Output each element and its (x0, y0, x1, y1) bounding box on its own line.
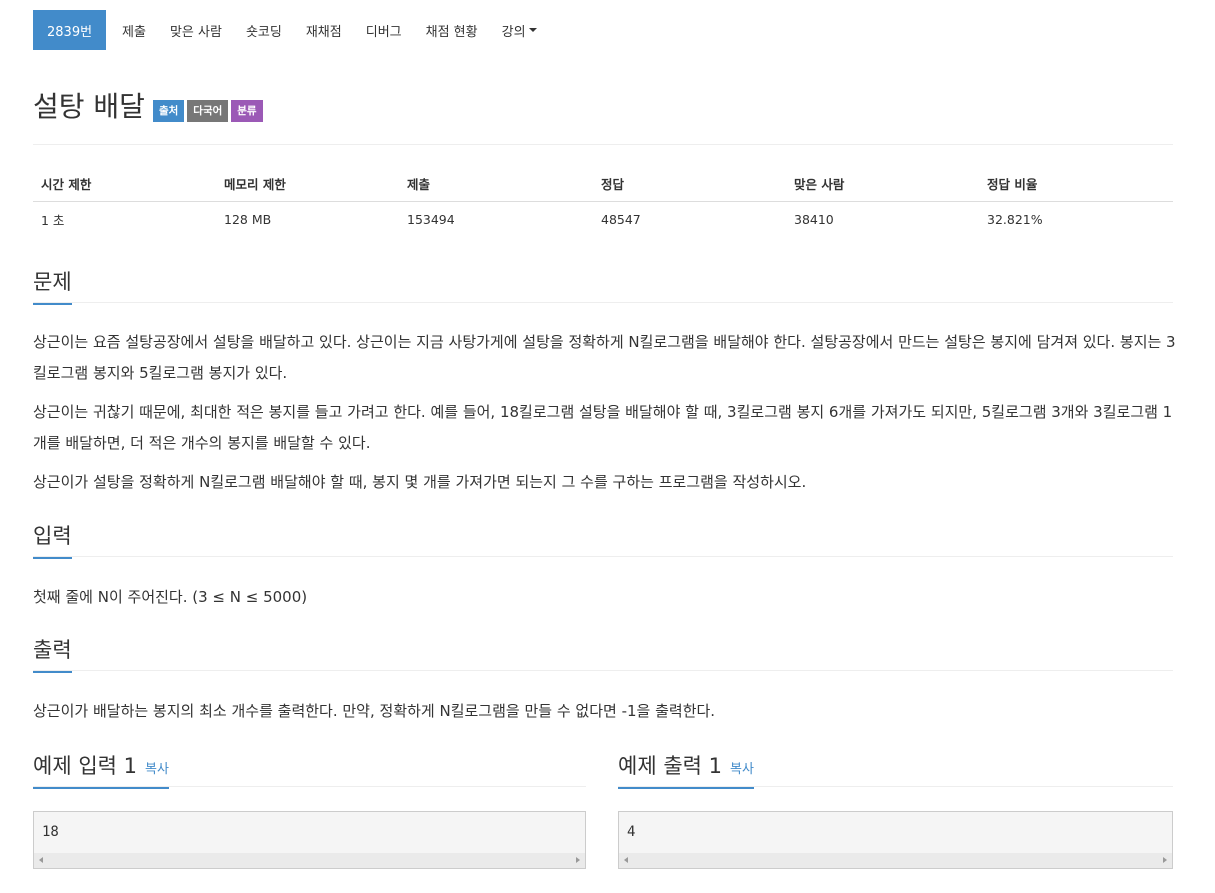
horizontal-scrollbar[interactable] (34, 853, 585, 868)
nav-accepted-users[interactable]: 맞은 사람 (158, 10, 234, 50)
input-heading-text: 입력 (33, 520, 72, 559)
sample-input-value: 18 (42, 824, 59, 840)
caret-down-icon (528, 28, 537, 32)
title-divider (33, 144, 1173, 145)
nav-debug[interactable]: 디버그 (354, 10, 414, 50)
problem-title-row: 설탕 배달 출처 다국어 분류 (33, 90, 266, 124)
label-category[interactable]: 분류 (231, 100, 263, 122)
value-time-limit: 1 초 (41, 213, 65, 228)
sample-input-heading: 예제 입력 1 복사 (33, 750, 169, 789)
header-accepted-users: 맞은 사람 (786, 166, 979, 202)
nav-status[interactable]: 채점 현황 (414, 10, 490, 50)
output-section-heading: 출력 (33, 634, 72, 673)
section-divider (33, 556, 1173, 557)
section-divider (618, 786, 1173, 787)
problem-paragraph-1: 상근이는 요즘 설탕공장에서 설탕을 배달하고 있다. 상근이는 지금 사탕가게… (33, 333, 1176, 382)
section-divider (33, 670, 1173, 671)
input-description: 첫째 줄에 N이 주어진다. (3 ≤ N ≤ 5000) (33, 588, 308, 606)
scroll-right-icon[interactable] (1163, 857, 1167, 863)
header-time-limit: 시간 제한 (33, 166, 216, 202)
section-divider (33, 302, 1173, 303)
nav-short-coding[interactable]: 숏코딩 (234, 10, 294, 50)
header-accepted: 정답 (593, 166, 786, 202)
sample-output-box[interactable]: 4 (618, 811, 1173, 869)
problem-title: 설탕 배달 (33, 90, 145, 123)
problem-nav: 2839번 제출 맞은 사람 숏코딩 재채점 디버그 채점 현황 강의 (33, 10, 549, 50)
problem-paragraph-2: 상근이는 귀찮기 때문에, 최대한 적은 봉지를 들고 가려고 한다. 예를 들… (33, 403, 1173, 452)
table-row: 1 초 128 MB 153494 48547 38410 32.821% (33, 202, 1173, 238)
label-multilang[interactable]: 다국어 (187, 100, 229, 122)
input-section-heading: 입력 (33, 520, 72, 559)
nav-lecture-label: 강의 (501, 24, 526, 40)
scroll-right-icon[interactable] (576, 857, 580, 863)
value-accepted: 48547 (601, 212, 641, 227)
horizontal-scrollbar[interactable] (619, 853, 1172, 868)
scroll-left-icon[interactable] (624, 857, 628, 863)
problem-labels: 출처 다국어 분류 (152, 100, 266, 122)
value-ratio: 32.821% (987, 212, 1043, 227)
value-memory-limit: 128 MB (224, 212, 272, 227)
label-source[interactable]: 출처 (152, 100, 185, 122)
table-header-row: 시간 제한 메모리 제한 제출 정답 맞은 사람 정답 비율 (33, 166, 1173, 202)
nav-submit[interactable]: 제출 (110, 10, 158, 50)
sample-input-box[interactable]: 18 (33, 811, 586, 869)
header-ratio: 정답 비율 (979, 166, 1173, 202)
problem-section-heading: 문제 (33, 266, 72, 305)
header-memory-limit: 메모리 제한 (216, 166, 399, 202)
problem-paragraph-3: 상근이가 설탕을 정확하게 N킬로그램 배달해야 할 때, 봉지 몇 개를 가져… (33, 473, 807, 491)
nav-problem-number[interactable]: 2839번 (33, 10, 107, 50)
output-description: 상근이가 배달하는 봉지의 최소 개수를 출력한다. 만약, 정확하게 N킬로그… (33, 702, 716, 720)
sample-input-title: 예제 입력 1 (33, 754, 137, 778)
problem-heading-text: 문제 (33, 266, 72, 305)
header-submissions: 제출 (399, 166, 593, 202)
value-accepted-users: 38410 (794, 212, 834, 227)
nav-lecture-dropdown[interactable]: 강의 (490, 10, 549, 50)
scroll-left-icon[interactable] (39, 857, 43, 863)
output-heading-text: 출력 (33, 634, 72, 673)
section-divider (33, 786, 586, 787)
sample-output-heading: 예제 출력 1 복사 (618, 750, 754, 789)
nav-rejudge[interactable]: 재채점 (294, 10, 354, 50)
copy-output-button[interactable]: 복사 (730, 762, 754, 777)
problem-info-table: 시간 제한 메모리 제한 제출 정답 맞은 사람 정답 비율 1 초 128 M… (33, 166, 1173, 237)
sample-output-value: 4 (627, 824, 636, 840)
copy-input-button[interactable]: 복사 (145, 762, 169, 777)
value-submissions: 153494 (407, 212, 455, 227)
sample-output-title: 예제 출력 1 (618, 754, 722, 778)
